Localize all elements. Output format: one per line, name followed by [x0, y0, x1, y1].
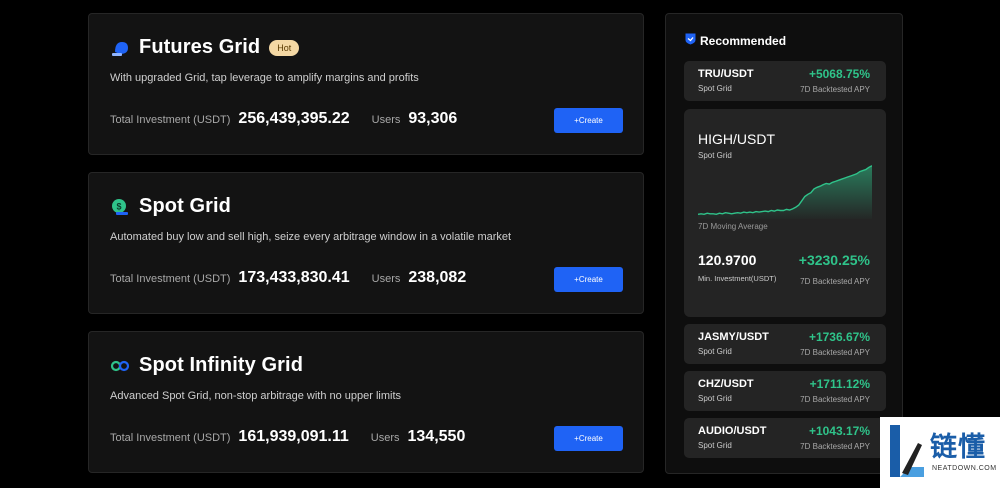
card-title-row: Spot Infinity Grid: [110, 354, 303, 377]
strategy-type: Spot Grid: [698, 394, 732, 403]
users-label: Users: [370, 432, 400, 444]
min-investment-value: 120.9700: [698, 252, 757, 268]
users-label: Users: [371, 114, 401, 126]
users-label: Users: [371, 273, 401, 285]
investment-value: 173,433,830.41: [238, 269, 350, 286]
pair-name: TRU/USDT: [698, 68, 754, 80]
apy-value: +1043.17%: [808, 424, 870, 438]
card-description: Advanced Spot Grid, non-stop arbitrage w…: [110, 390, 402, 402]
pair-name: CHZ/USDT: [698, 378, 754, 390]
watermark-subtext: NEATDOWN.COM: [932, 465, 997, 472]
apy-label: 7D Backtested APY: [800, 442, 870, 451]
apy-value: +3230.25%: [798, 252, 870, 268]
stat-row: Total Investment (USDT) 161,939,091.11 U…: [110, 428, 465, 446]
featured-recommendation[interactable]: HIGH/USDT Spot Grid 7D Moving Average 12…: [684, 109, 886, 317]
card-title: Futures Grid: [139, 36, 261, 58]
apy-value: +1711.12%: [809, 377, 870, 391]
investment-value: 256,439,395.22: [238, 110, 350, 127]
apy-value: +5068.75%: [808, 67, 870, 81]
pair-name: AUDIO/USDT: [698, 425, 767, 437]
sparkline-area: [698, 165, 872, 219]
spot-grid-icon: $: [110, 197, 130, 217]
shield-icon: [685, 32, 696, 50]
strategy-type: Spot Grid: [698, 151, 732, 160]
spot-infinity-grid-card: Spot Infinity Grid Advanced Spot Grid, n…: [88, 331, 644, 473]
spot-grid-card: $ Spot Grid Automated buy low and sell h…: [88, 172, 644, 314]
card-title: Spot Grid: [139, 195, 232, 217]
investment-value: 161,939,091.11: [238, 428, 349, 445]
investment-label: Total Investment (USDT): [110, 273, 231, 285]
create-button[interactable]: +Create: [554, 426, 623, 451]
create-button[interactable]: +Create: [554, 108, 623, 133]
futures-grid-card: Futures Grid Hot With upgraded Grid, tap…: [88, 13, 644, 155]
watermark-logo-icon: [888, 423, 926, 486]
card-title-row: Futures Grid Hot: [110, 36, 300, 59]
card-description: With upgraded Grid, tap leverage to ampl…: [110, 72, 419, 84]
apy-label: 7D Backtested APY: [800, 85, 870, 94]
recommended-item-tru[interactable]: TRU/USDT Spot Grid +5068.75% 7D Backtest…: [684, 61, 886, 101]
stat-row: Total Investment (USDT) 256,439,395.22 U…: [110, 110, 457, 128]
apy-label: 7D Backtested APY: [800, 277, 870, 286]
strategy-type: Spot Grid: [698, 84, 732, 93]
apy-label: 7D Backtested APY: [800, 395, 870, 404]
svg-text:$: $: [116, 201, 121, 211]
pair-name: JASMY/USDT: [698, 331, 769, 343]
users-value: 238,082: [408, 269, 467, 286]
infinity-grid-icon: [110, 356, 130, 376]
card-title: Spot Infinity Grid: [139, 354, 304, 376]
stat-row: Total Investment (USDT) 173,433,830.41 U…: [110, 269, 466, 287]
chart-label: 7D Moving Average: [698, 222, 768, 231]
apy-label: 7D Backtested APY: [800, 348, 870, 357]
futures-grid-icon: [110, 38, 130, 58]
apy-value: +1736.67%: [808, 330, 870, 344]
recommended-title: Recommended: [700, 34, 787, 48]
card-description: Automated buy low and sell high, seize e…: [110, 231, 512, 243]
strategy-type: Spot Grid: [698, 347, 732, 356]
users-value: 93,306: [408, 110, 458, 127]
watermark: 链懂 NEATDOWN.COM: [880, 417, 1000, 488]
recommended-header: Recommended: [685, 32, 786, 50]
price-sparkline: [698, 165, 872, 219]
watermark-text: 链懂: [930, 432, 986, 463]
recommended-item-chz[interactable]: CHZ/USDT Spot Grid +1711.12% 7D Backtest…: [684, 371, 886, 411]
strategy-type: Spot Grid: [698, 441, 732, 450]
recommended-item-jasmy[interactable]: JASMY/USDT Spot Grid +1736.67% 7D Backte…: [684, 324, 886, 364]
recommended-item-audio[interactable]: AUDIO/USDT Spot Grid +1043.17% 7D Backte…: [684, 418, 886, 458]
pair-name: HIGH/USDT: [698, 131, 775, 147]
min-investment-label: Min. Investment(USDT): [698, 274, 777, 283]
recommended-panel: Recommended TRU/USDT Spot Grid +5068.75%…: [665, 13, 903, 474]
hot-badge: Hot: [269, 39, 300, 56]
users-value: 134,550: [407, 428, 466, 445]
investment-label: Total Investment (USDT): [110, 432, 231, 444]
create-button[interactable]: +Create: [554, 267, 623, 292]
card-title-row: $ Spot Grid: [110, 195, 231, 218]
investment-label: Total Investment (USDT): [110, 114, 231, 126]
